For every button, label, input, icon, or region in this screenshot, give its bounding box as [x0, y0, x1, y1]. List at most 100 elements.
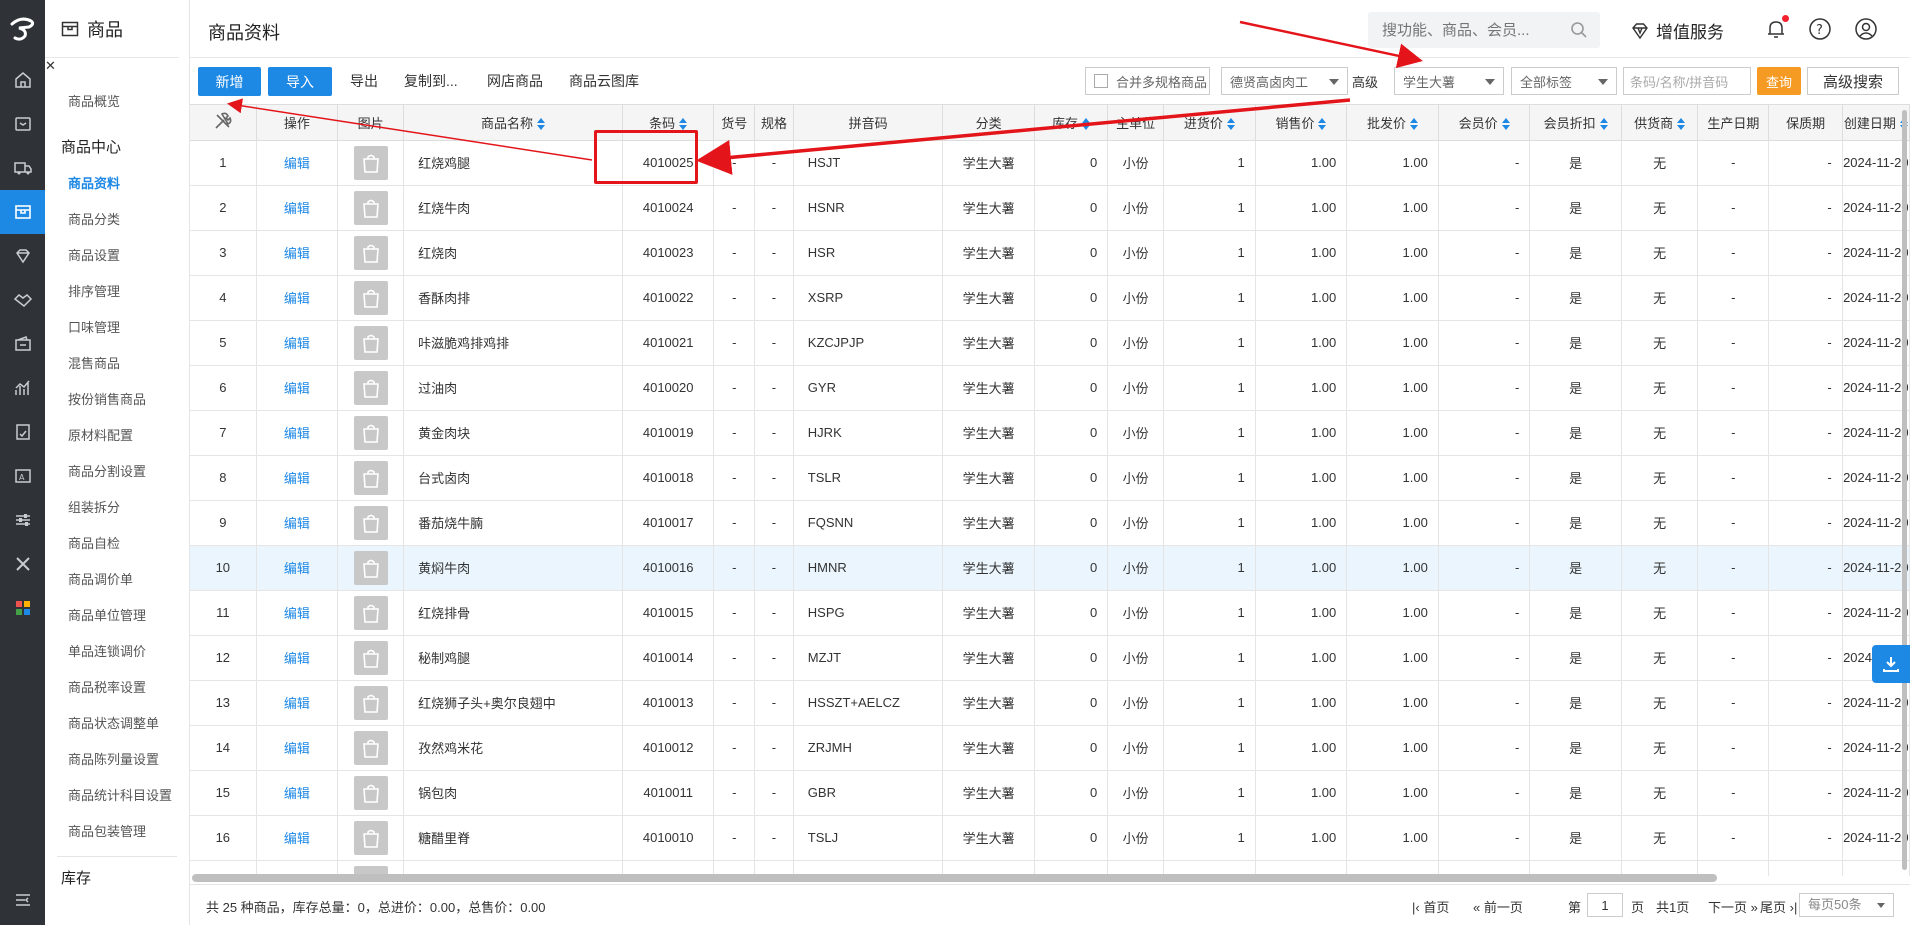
sidebar-item-14[interactable]: 商品税率设置	[45, 670, 189, 706]
column-header-19[interactable]: 创建日期	[1842, 105, 1910, 141]
table-row[interactable]: 14 编辑 孜然鸡米花 4010012- - ZRJMH 学生大薯 0 小份 1 1.00 1.00-…	[190, 725, 1910, 771]
table-row[interactable]: 12 编辑 秘制鸡腿 4010014- - MZJT 学生大薯 0 小份 1 1.00 1.00- 是无…	[190, 635, 1910, 681]
sort-icon[interactable]	[1501, 117, 1510, 130]
per-page-select[interactable]: 每页50条	[1799, 893, 1894, 917]
sidebar-item-4[interactable]: 口味管理	[45, 310, 189, 346]
edit-link[interactable]: 编辑	[284, 786, 310, 801]
sidebar-item-7[interactable]: 原材料配置	[45, 418, 189, 454]
sidebar-item-13[interactable]: 单品连锁调价	[45, 634, 189, 670]
column-header-1[interactable]: 操作	[256, 105, 339, 141]
sidebar-item-8[interactable]: 商品分割设置	[45, 454, 189, 490]
sidebar-item-1[interactable]: 商品分类	[45, 202, 189, 238]
apps-grid-icon[interactable]	[0, 586, 45, 630]
table-row[interactable]: 10 编辑 黄焖牛肉 4010016- - HMNR 学生大薯 0 小份 1 1.00 1.00- 是无…	[190, 545, 1910, 591]
tag-select[interactable]: 全部标签	[1511, 67, 1617, 95]
edit-link[interactable]: 编辑	[284, 471, 310, 486]
column-header-14[interactable]: 会员价	[1438, 105, 1531, 141]
sidebar-item-16[interactable]: 商品陈列量设置	[45, 742, 189, 778]
edit-link[interactable]: 编辑	[284, 156, 310, 171]
member-card-icon[interactable]: A	[0, 454, 45, 498]
column-header-3[interactable]: 商品名称	[403, 105, 623, 141]
product-image-placeholder-icon[interactable]	[353, 145, 388, 180]
edit-link[interactable]: 编辑	[284, 606, 310, 621]
table-row[interactable]: 16 编辑 糖醋里脊 4010010- - TSLJ 学生大薯 0 小份 1 1.00 1.00- 是无…	[190, 815, 1910, 861]
home-icon[interactable]	[0, 58, 45, 102]
table-row[interactable]: 11 编辑 红烧排骨 4010015- - HSPG 学生大薯 0 小份 1 1.00 1.00- 是无…	[190, 590, 1910, 636]
wallet-icon[interactable]	[0, 322, 45, 366]
edit-link[interactable]: 编辑	[284, 246, 310, 261]
collapse-menu-icon[interactable]	[0, 883, 45, 917]
table-row[interactable]: 1 编辑 红烧鸡腿 4010025- - HSJT 学生大薯 0 小份 1 1.00 1.00- 是无 -…	[190, 140, 1910, 186]
first-page-link[interactable]: |‹ 首页	[1412, 897, 1449, 916]
edit-link[interactable]: 编辑	[284, 696, 310, 711]
edit-link[interactable]: 编辑	[284, 426, 310, 441]
table-row[interactable]: 9 编辑 番茄烧牛腩 4010017- - FQSNN 学生大薯 0 小份 1 1.00 1.00- 是…	[190, 500, 1910, 546]
cashier-icon[interactable]	[0, 102, 45, 146]
merge-spec-checkbox[interactable]: 合并多规格商品	[1085, 67, 1210, 95]
sidebar-item-18[interactable]: 商品包装管理	[45, 814, 189, 850]
edit-link[interactable]: 编辑	[284, 561, 310, 576]
column-header-0[interactable]	[190, 105, 257, 141]
sidebar-item-2[interactable]: 商品设置	[45, 238, 189, 274]
edit-link[interactable]: 编辑	[284, 516, 310, 531]
column-header-15[interactable]: 会员折扣	[1529, 105, 1622, 141]
tools-icon[interactable]	[0, 542, 45, 586]
sidebar-item-9[interactable]: 组装拆分	[45, 490, 189, 526]
column-header-9[interactable]: 库存	[1034, 105, 1109, 141]
product-image-placeholder-icon[interactable]	[353, 190, 388, 225]
column-header-17[interactable]: 生产日期	[1697, 105, 1770, 141]
last-page-link[interactable]: 尾页 ›|	[1760, 897, 1797, 916]
sidebar-item-15[interactable]: 商品状态调整单	[45, 706, 189, 742]
sidebar-item-10[interactable]: 商品自检	[45, 526, 189, 562]
global-search-input[interactable]	[1368, 12, 1558, 48]
product-image-placeholder-icon[interactable]	[353, 820, 388, 855]
query-button[interactable]: 查询	[1757, 67, 1801, 95]
sidebar-item-12[interactable]: 商品单位管理	[45, 598, 189, 634]
edit-link[interactable]: 编辑	[284, 831, 310, 846]
export-link[interactable]: 导出	[350, 71, 378, 91]
settings-sliders-icon[interactable]	[0, 498, 45, 542]
product-image-placeholder-icon[interactable]	[353, 550, 388, 585]
product-image-placeholder-icon[interactable]	[353, 775, 388, 810]
edit-link[interactable]: 编辑	[284, 741, 310, 756]
table-row[interactable]: 5 编辑 咔滋脆鸡排鸡排 4010021- - KZCJPJP 学生大薯 0 小份 1 1.00 1.…	[190, 320, 1910, 366]
code-search-input[interactable]: 条码/名称/拼音码	[1623, 67, 1751, 95]
close-sidebar-icon[interactable]: ✕	[45, 58, 189, 74]
product-image-placeholder-icon[interactable]	[353, 370, 388, 405]
app-logo-icon[interactable]	[0, 0, 45, 58]
sort-icon[interactable]	[1226, 117, 1235, 130]
vertical-scrollbar[interactable]	[1902, 110, 1907, 870]
delivery-icon[interactable]	[0, 146, 45, 190]
diamond-icon[interactable]	[0, 234, 45, 278]
advanced-link[interactable]: 高级	[1352, 72, 1378, 91]
sidebar-item-6[interactable]: 按份销售商品	[45, 382, 189, 418]
column-header-10[interactable]: 主单位	[1107, 105, 1165, 141]
sort-icon[interactable]	[1082, 117, 1091, 130]
sort-icon[interactable]	[1677, 117, 1686, 130]
vip-service-button[interactable]: 增值服务	[1630, 18, 1724, 43]
table-row[interactable]: 2 编辑 红烧牛肉 4010024- - HSNR 学生大薯 0 小份 1 1.00 1.00- 是无 -…	[190, 185, 1910, 231]
category-select[interactable]: 学生大薯	[1394, 67, 1504, 95]
product-image-placeholder-icon[interactable]	[353, 235, 388, 270]
sort-icon[interactable]	[1410, 117, 1419, 130]
column-header-11[interactable]: 进货价	[1163, 105, 1256, 141]
clipboard-icon[interactable]	[0, 410, 45, 454]
sort-icon[interactable]	[537, 117, 546, 130]
add-button[interactable]: 新增	[198, 67, 261, 96]
horizontal-scrollbar[interactable]	[192, 874, 1717, 882]
table-row[interactable]: 7 编辑 黄金肉块 4010019- - HJRK 学生大薯 0 小份 1 1.00 1.00- 是无 -…	[190, 410, 1910, 456]
sort-icon[interactable]	[1318, 117, 1327, 130]
download-icon[interactable]	[1872, 645, 1910, 683]
table-row[interactable]: 15 编辑 锅包肉 4010011- - GBR 学生大薯 0 小份 1 1.00 1.00- 是无 - -…	[190, 770, 1910, 816]
page-number-input[interactable]	[1587, 893, 1623, 917]
next-page-link[interactable]: 下一页 »	[1708, 897, 1758, 916]
column-header-8[interactable]: 分类	[942, 105, 1035, 141]
store-select[interactable]: 德贤高卤肉工	[1221, 67, 1348, 95]
cloud-gallery-link[interactable]: 商品云图库	[569, 71, 639, 91]
sidebar-group-inventory[interactable]: 库存	[45, 861, 189, 897]
column-header-13[interactable]: 批发价	[1346, 105, 1439, 141]
column-header-12[interactable]: 销售价	[1255, 105, 1348, 141]
product-image-placeholder-icon[interactable]	[353, 415, 388, 450]
table-row[interactable]: 6 编辑 过油肉 4010020- - GYR 学生大薯 0 小份 1 1.00 1.00- 是无 - -2…	[190, 365, 1910, 411]
product-image-placeholder-icon[interactable]	[353, 685, 388, 720]
